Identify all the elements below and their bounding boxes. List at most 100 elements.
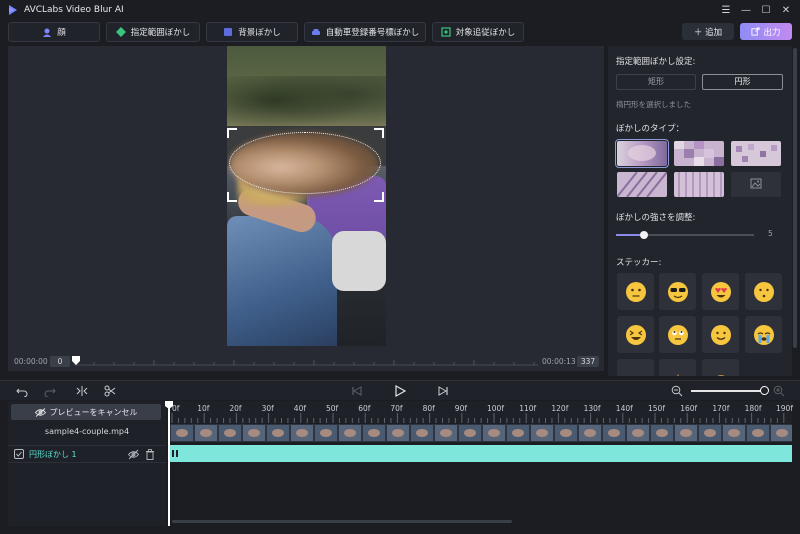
- film-frame-subject: [608, 429, 620, 437]
- ruler-tick-label: 190f: [776, 404, 793, 413]
- tracking-blur-label: 対象追従ぼかし: [455, 28, 516, 38]
- next-frame-icon[interactable]: [437, 385, 449, 397]
- blur-type-title: ぼかしのタイプ：: [616, 124, 685, 134]
- menu-icon[interactable]: ☰: [718, 2, 734, 18]
- video-preview-area: 00:00:00 0 00:00:13 337: [8, 46, 604, 371]
- face-blur-button[interactable]: 顔: [8, 22, 100, 42]
- undo-icon[interactable]: [16, 385, 28, 397]
- check-icon: [16, 451, 22, 457]
- sticker-partial-2[interactable]: [659, 359, 696, 376]
- zoom-in-icon[interactable]: [773, 385, 785, 397]
- visibility-icon[interactable]: [128, 449, 139, 460]
- ruler-tick-label: 150f: [648, 404, 665, 413]
- sticker-rolling-eyes[interactable]: [659, 316, 696, 353]
- blur-clip-bar[interactable]: [170, 445, 792, 462]
- ruler-tick-label: 160f: [680, 404, 698, 413]
- region-blur-button[interactable]: 指定範囲ぼかし: [106, 22, 200, 42]
- sticker-hushed[interactable]: [745, 273, 782, 310]
- blur-ellipse-outline[interactable]: [229, 132, 381, 194]
- sticker-squinting[interactable]: [617, 316, 654, 353]
- film-frame-subject: [224, 429, 236, 437]
- cut-icon[interactable]: [104, 385, 116, 397]
- video-frame[interactable]: [227, 46, 386, 346]
- neutral-face-icon: [625, 281, 646, 302]
- tracking-blur-button[interactable]: 対象追従ぼかし: [432, 22, 524, 42]
- background-blur-button[interactable]: 背景ぼかし: [206, 22, 298, 42]
- pause-icon[interactable]: [172, 450, 178, 457]
- sunglasses-face-icon: [667, 281, 688, 302]
- zoom-slider[interactable]: [691, 390, 765, 392]
- play-icon[interactable]: [394, 385, 406, 397]
- sticker-partial-3[interactable]: [702, 359, 739, 376]
- blur-type-mosaic[interactable]: [674, 141, 724, 166]
- resize-handle-bottom-left[interactable]: [227, 192, 237, 202]
- sticker-crying[interactable]: [745, 316, 782, 353]
- timeline-ruler[interactable]: 0f 10f 20f 30f 40f 50f 60f 70f 80f 90f 100f 110f 120…: [170, 401, 793, 423]
- sticker-neutral[interactable]: [617, 273, 654, 310]
- shape-rectangle-button[interactable]: 矩形: [616, 74, 696, 90]
- glass-preview-icon: [674, 172, 724, 197]
- heart-eyes-face-icon: [710, 281, 731, 302]
- sticker-smiling[interactable]: [702, 316, 739, 353]
- resize-handle-top-right[interactable]: [374, 128, 384, 138]
- blur-type-gaussian[interactable]: [615, 139, 669, 168]
- scrubber-handle[interactable]: [72, 356, 80, 365]
- timeline-scrollbar[interactable]: [172, 520, 512, 523]
- cancel-preview-label: プレビューをキャンセル: [49, 407, 138, 417]
- zoom-slider-knob[interactable]: [760, 386, 769, 395]
- preview-scrubber[interactable]: [74, 358, 538, 366]
- resize-handle-top-left[interactable]: [227, 128, 237, 138]
- blur-track-label: 円形ぼかし 1: [29, 450, 77, 459]
- face-icon: [43, 28, 52, 37]
- panel-scrollbar[interactable]: [793, 48, 797, 348]
- previous-frame-icon[interactable]: [351, 385, 363, 397]
- trash-icon[interactable]: [145, 449, 155, 460]
- maximize-icon[interactable]: ☐: [758, 2, 774, 18]
- film-frame-subject: [392, 429, 404, 437]
- start-frame-field[interactable]: 0: [50, 356, 70, 367]
- video-person-jeans: [227, 216, 337, 346]
- shape-circle-button[interactable]: 円形: [702, 74, 783, 90]
- film-frame-subject: [272, 429, 284, 437]
- title-bar: AVCLabs Video Blur AI ☰ — ☐ ✕: [0, 0, 800, 20]
- close-icon[interactable]: ✕: [778, 2, 794, 18]
- sticker-sunglasses[interactable]: [659, 273, 696, 310]
- film-frame-subject: [512, 429, 524, 437]
- minimize-icon[interactable]: —: [738, 2, 754, 18]
- end-frame-field[interactable]: 337: [577, 356, 599, 367]
- zoom-out-icon[interactable]: [671, 385, 683, 397]
- film-frame-subject: [440, 429, 452, 437]
- sticker-heart-eyes[interactable]: [702, 273, 739, 310]
- timeline-playhead[interactable]: [168, 402, 170, 526]
- ruler-tick-label: 140f: [615, 404, 633, 413]
- blur-type-glass[interactable]: [674, 172, 724, 197]
- resize-handle-bottom-right[interactable]: [374, 192, 384, 202]
- license-plate-blur-label: 自動車登録番号標ぼかし: [325, 28, 420, 38]
- blur-track-row[interactable]: 円形ぼかし 1: [8, 445, 166, 463]
- rolling-eyes-face-icon: [667, 324, 688, 345]
- sticker-partial-1[interactable]: [617, 359, 654, 376]
- face-blur-label: 顔: [57, 28, 66, 38]
- export-button[interactable]: 出力: [740, 23, 792, 40]
- playhead-handle[interactable]: [165, 401, 173, 409]
- film-frame-subject: [320, 429, 332, 437]
- blur-type-custom-image[interactable]: [731, 172, 781, 197]
- strength-slider-knob[interactable]: [639, 231, 648, 239]
- blur-type-pixel[interactable]: [731, 141, 781, 166]
- image-icon: [750, 178, 762, 189]
- redo-icon[interactable]: [44, 385, 56, 397]
- video-thumbnail-track[interactable]: [170, 424, 792, 442]
- film-frame-subject: [728, 429, 740, 437]
- film-frame-subject: [632, 429, 644, 437]
- blur-type-stripes[interactable]: [617, 172, 667, 197]
- blur-track-checkbox[interactable]: [14, 449, 24, 459]
- add-button[interactable]: ＋ 追加: [682, 23, 734, 40]
- split-icon[interactable]: [76, 385, 88, 397]
- cancel-preview-button[interactable]: プレビューをキャンセル: [11, 404, 161, 420]
- strength-slider[interactable]: [616, 231, 754, 239]
- preview-time-row: 00:00:00 0 00:00:13 337: [8, 353, 604, 371]
- app-title: AVCLabs Video Blur AI: [24, 5, 124, 15]
- film-frame-subject: [776, 429, 788, 437]
- license-plate-blur-button[interactable]: 自動車登録番号標ぼかし: [304, 22, 426, 42]
- mode-toolbar: 顔 指定範囲ぼかし 背景ぼかし 自動車登録番号標ぼかし 対象追従ぼかし ＋ 追加…: [0, 20, 800, 44]
